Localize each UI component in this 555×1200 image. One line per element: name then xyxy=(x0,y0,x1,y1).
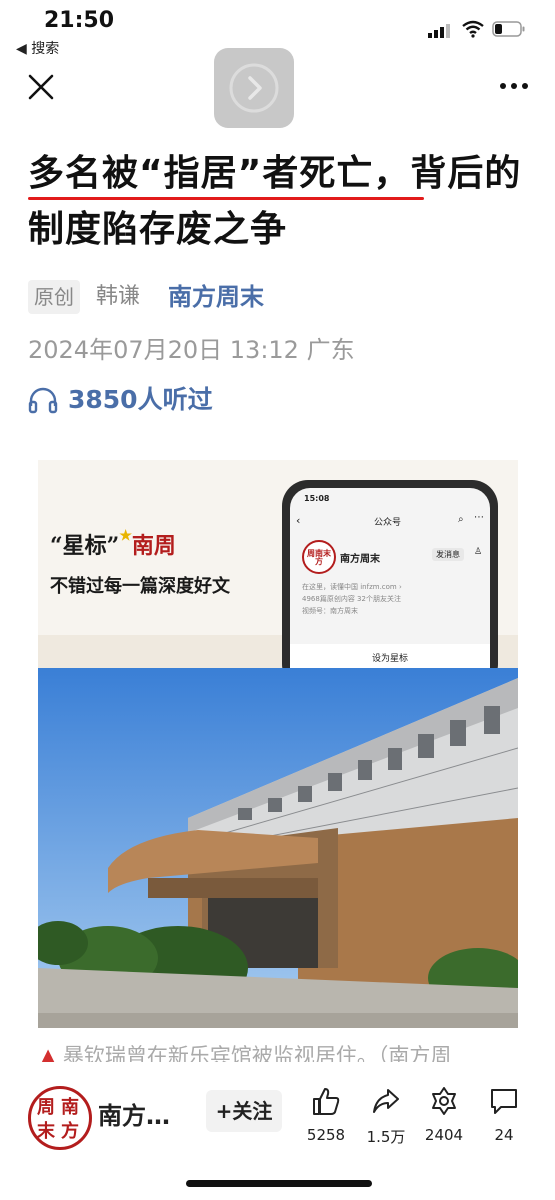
battery-icon xyxy=(492,21,525,37)
author-name: 韩谦 xyxy=(96,284,141,309)
phone-line-3: 视频号：南方周末 xyxy=(302,607,358,615)
phone-more-icon: ⋯ xyxy=(474,512,484,523)
publish-date: 2024年07月20日 13:12 广东 xyxy=(28,336,355,364)
listen-count: 3850人听过 xyxy=(68,385,213,414)
hotel-photo xyxy=(38,668,518,1028)
phone-line-1: 在这里，读懂中国 infzm.com › xyxy=(302,583,402,591)
share-icon xyxy=(373,1089,399,1113)
recommend-button[interactable]: 2404 xyxy=(414,1086,474,1144)
phone-account-name: 南方周末 xyxy=(340,554,380,565)
phone-set-star-button: 设为星标 xyxy=(290,644,490,668)
home-indicator[interactable] xyxy=(186,1180,372,1187)
more-icon[interactable] xyxy=(498,80,530,92)
account-link[interactable]: 南方周末 xyxy=(168,280,264,314)
wifi-icon xyxy=(462,20,484,38)
star-icon: ★ xyxy=(119,528,132,544)
banner-star-suffix: 南周 xyxy=(131,533,176,559)
banner-subtitle: 不错过每一篇深度好文 xyxy=(50,576,230,597)
banner-star-heading: “星标”★南周 xyxy=(50,528,176,560)
phone-mockup: 15:08 ‹ 公众号 ⌕ ⋯ 周南末方 南方周末 发消息 ♙ 在这里，读懂中国… xyxy=(282,480,498,668)
share-count: 1.5万 xyxy=(366,1128,406,1146)
headphone-icon xyxy=(28,387,58,414)
close-icon[interactable] xyxy=(26,72,56,102)
star-promo-banner: “星标”★南周 不错过每一篇深度好文 15:08 ‹ 公众号 ⌕ ⋯ 周南末方 … xyxy=(38,460,518,668)
banner-star-prefix: “星标” xyxy=(50,533,120,559)
comment-count: 24 xyxy=(494,1126,514,1144)
article-title: 多名被“指居”者死亡，背后的制度陷存废之争 xyxy=(28,153,522,250)
chevron-right-icon xyxy=(229,63,279,113)
comment-button[interactable]: 24 xyxy=(474,1086,534,1144)
thumbs-up-icon xyxy=(313,1088,340,1115)
phone-line-2: 4968篇原创内容 32个朋友关注 xyxy=(302,595,401,603)
recommend-icon xyxy=(432,1087,456,1115)
logo-char: 末 xyxy=(37,1121,55,1142)
follow-button[interactable]: +关注 xyxy=(206,1090,282,1132)
title-underline xyxy=(28,197,424,200)
status-time: 21:50 xyxy=(44,8,115,33)
phone-account-logo: 周南末方 xyxy=(302,540,336,574)
comment-icon xyxy=(491,1089,517,1114)
phone-logo-text: 周南末方 xyxy=(307,549,331,566)
account-avatar[interactable]: 周 南 末 方 xyxy=(28,1086,92,1150)
signal-icon xyxy=(428,24,450,38)
recommend-count: 2404 xyxy=(424,1126,464,1144)
phone-header: 公众号 xyxy=(374,518,402,528)
back-to-search[interactable]: ◀ 搜索 xyxy=(16,38,59,58)
original-tag: 原创 xyxy=(28,280,80,314)
phone-message-button: 发消息 xyxy=(432,548,464,561)
phone-user-icon: ♙ xyxy=(474,547,483,557)
like-count: 5258 xyxy=(306,1126,346,1144)
logo-char: 方 xyxy=(61,1121,79,1142)
app-icon-placeholder[interactable] xyxy=(214,48,294,128)
share-button[interactable]: 1.5万 xyxy=(356,1086,416,1147)
phone-back-icon: ‹ xyxy=(296,514,301,527)
logo-char: 南 xyxy=(61,1097,79,1118)
phone-screen: 15:08 ‹ 公众号 ⌕ ⋯ 周南末方 南方周末 发消息 ♙ 在这里，读懂中国… xyxy=(290,488,490,668)
phone-search-icon: ⌕ xyxy=(458,514,464,525)
like-button[interactable]: 5258 xyxy=(296,1086,356,1144)
logo-char: 周 xyxy=(37,1097,55,1118)
phone-time: 15:08 xyxy=(304,494,330,503)
bottom-account-name[interactable]: 南方… xyxy=(98,1096,170,1131)
